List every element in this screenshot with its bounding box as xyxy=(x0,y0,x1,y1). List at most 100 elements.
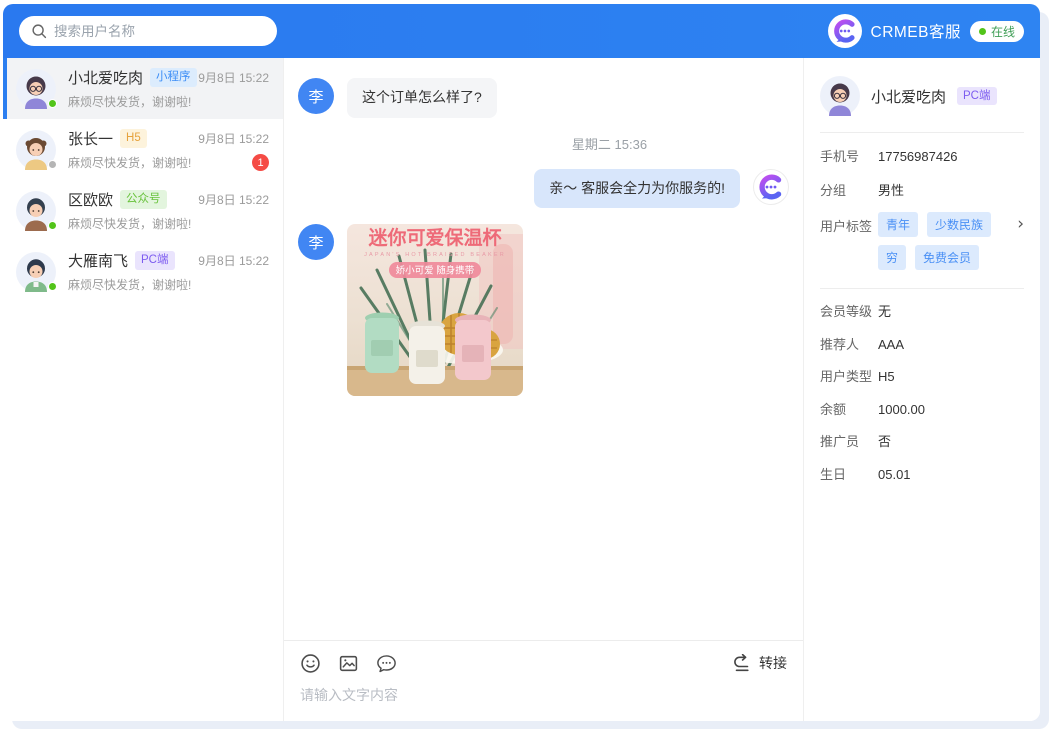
image-tagline-text: 娇小可爱 随身携带 xyxy=(396,265,475,277)
divider xyxy=(820,132,1024,133)
emoji-icon xyxy=(300,653,321,674)
channel-badge: 公众号 xyxy=(120,190,167,208)
status-label: 在线 xyxy=(991,23,1015,40)
field-label: 生日 xyxy=(820,465,878,485)
transfer-icon xyxy=(732,654,752,672)
brand-area: CRMEB客服 在线 xyxy=(828,14,1025,48)
contact-name: 大雁南飞 xyxy=(68,250,128,271)
field-user-tags: 用户标签 青年 少数民族 穷 免费会员 › xyxy=(820,212,1024,270)
message-time: 9月8日 15:22 xyxy=(198,130,269,147)
user-tag[interactable]: 免费会员 xyxy=(915,245,979,270)
field-label: 手机号 xyxy=(820,147,878,167)
field-label: 用户类型 xyxy=(820,367,878,387)
conversation-list: 小北爱吃肉 小程序 麻烦尽快发货，谢谢啦! 9月8日 15:22 张长一 H5 xyxy=(3,58,284,721)
avatar-girl-glasses xyxy=(16,69,56,109)
online-indicator xyxy=(48,99,57,108)
transfer-label: 转接 xyxy=(759,653,787,673)
outgoing-message: 亲～ 客服会全力为你服务的! xyxy=(298,169,789,209)
message-area[interactable]: 李 这个订单怎么样了? 星期二 15:36 亲～ 客服会全力为你服务的! xyxy=(284,58,803,640)
profile-channel-badge: PC端 xyxy=(957,87,996,105)
conversation-item-ouou[interactable]: 区欧欧 公众号 麻烦尽快发货，谢谢啦! 9月8日 15:22 xyxy=(3,180,283,241)
channel-badge: H5 xyxy=(120,129,147,147)
field-value: 无 xyxy=(878,302,891,322)
channel-badge: 小程序 xyxy=(150,68,197,86)
status-badge[interactable]: 在线 xyxy=(970,21,1024,42)
field-label: 分组 xyxy=(820,181,878,201)
field-group: 分组 男性 xyxy=(820,181,1024,201)
user-profile-panel: 小北爱吃肉 PC端 手机号 17756987426 分组 男性 用户标签 青年 … xyxy=(804,58,1040,721)
conversation-item-zhangchangyi[interactable]: 张长一 H5 麻烦尽快发货，谢谢啦! 9月8日 15:22 1 xyxy=(3,119,283,180)
field-user-type: 用户类型 H5 xyxy=(820,367,1024,387)
time-divider: 星期二 15:36 xyxy=(364,134,803,153)
contact-name: 小北爱吃肉 xyxy=(68,67,143,88)
conversation-item-xiaobei[interactable]: 小北爱吃肉 小程序 麻烦尽快发货，谢谢啦! 9月8日 15:22 xyxy=(3,58,283,119)
field-phone: 手机号 17756987426 xyxy=(820,147,1024,167)
contact-name: 张长一 xyxy=(68,128,113,149)
crmeb-customer-service-window: CRMEB客服 在线 小北爱吃肉 小程序 麻烦尽快发货，谢谢啦! xyxy=(3,4,1040,721)
message-bubble: 亲～ 客服会全力为你服务的! xyxy=(534,169,740,209)
user-tag[interactable]: 少数民族 xyxy=(927,212,991,237)
profile-name: 小北爱吃肉 xyxy=(871,86,946,107)
customer-avatar: 李 xyxy=(298,224,334,260)
field-label: 会员等级 xyxy=(820,302,878,322)
message-time: 9月8日 15:22 xyxy=(198,252,269,269)
product-image-thermos[interactable]: 迷你可爱保温杯 JAPAN'S HOT BRAISED BEAKER 娇小可爱 … xyxy=(347,224,523,396)
user-tag[interactable]: 穷 xyxy=(878,245,906,270)
quick-reply-button[interactable] xyxy=(376,653,397,674)
field-value: 男性 xyxy=(878,181,904,201)
image-icon xyxy=(338,653,359,674)
field-label: 余额 xyxy=(820,400,878,420)
field-label: 用户标签 xyxy=(820,212,878,270)
emoji-button[interactable] xyxy=(300,653,321,674)
online-indicator xyxy=(48,282,57,291)
agent-avatar-crmeb-logo xyxy=(753,169,789,205)
field-value: 否 xyxy=(878,432,891,452)
composer: 转接 xyxy=(284,640,803,721)
top-header: CRMEB客服 在线 xyxy=(3,4,1040,58)
transfer-button[interactable]: 转接 xyxy=(732,653,787,673)
avatar-boy-green xyxy=(16,252,56,292)
message-preview: 麻烦尽快发货，谢谢啦! xyxy=(68,215,269,232)
incoming-image-message: 李 xyxy=(298,224,789,396)
avatar-girl-buns xyxy=(16,130,56,170)
message-preview: 麻烦尽快发货，谢谢啦! xyxy=(68,93,269,110)
incoming-message: 李 这个订单怎么样了? xyxy=(298,78,789,118)
message-bubble: 这个订单怎么样了? xyxy=(347,78,497,118)
field-value: 1000.00 xyxy=(878,400,925,420)
online-dot-icon xyxy=(979,28,986,35)
send-image-button[interactable] xyxy=(338,653,359,674)
search-input[interactable] xyxy=(54,24,265,39)
image-title-text: 迷你可爱保温杯 xyxy=(367,226,501,249)
field-balance: 余额 1000.00 xyxy=(820,400,1024,420)
field-label: 推荐人 xyxy=(820,335,878,355)
channel-badge: PC端 xyxy=(135,251,174,269)
field-birthday: 生日 05.01 xyxy=(820,465,1024,485)
customer-avatar: 李 xyxy=(298,78,334,114)
app-title: CRMEB客服 xyxy=(871,20,961,42)
message-input[interactable] xyxy=(284,685,803,705)
field-value: AAA xyxy=(878,335,904,355)
field-value: H5 xyxy=(878,367,895,387)
contact-name: 区欧欧 xyxy=(68,189,113,210)
message-preview: 麻烦尽快发货，谢谢啦! xyxy=(68,154,269,171)
user-tag[interactable]: 青年 xyxy=(878,212,918,237)
field-value: 05.01 xyxy=(878,465,911,485)
chat-bubble-dots-icon xyxy=(376,653,397,674)
profile-avatar xyxy=(820,76,860,116)
chat-panel: 李 这个订单怎么样了? 星期二 15:36 亲～ 客服会全力为你服务的! xyxy=(284,58,804,721)
conversation-item-dayan[interactable]: 大雁南飞 PC端 麻烦尽快发货，谢谢啦! 9月8日 15:22 xyxy=(3,241,283,302)
field-value: 17756987426 xyxy=(878,147,958,167)
field-label: 推广员 xyxy=(820,432,878,452)
divider xyxy=(820,288,1024,289)
search-icon xyxy=(31,23,47,39)
chevron-right-icon[interactable]: › xyxy=(1017,216,1024,233)
online-indicator xyxy=(48,221,57,230)
message-preview: 麻烦尽快发货，谢谢啦! xyxy=(68,276,269,293)
field-member-level: 会员等级 无 xyxy=(820,302,1024,322)
field-promoter: 推广员 否 xyxy=(820,432,1024,452)
crmeb-logo-icon xyxy=(828,14,862,48)
offline-indicator xyxy=(48,160,57,169)
message-time: 9月8日 15:22 xyxy=(198,191,269,208)
image-subtitle-text: JAPAN'S HOT BRAISED BEAKER xyxy=(364,252,506,258)
search-box[interactable] xyxy=(19,16,277,46)
